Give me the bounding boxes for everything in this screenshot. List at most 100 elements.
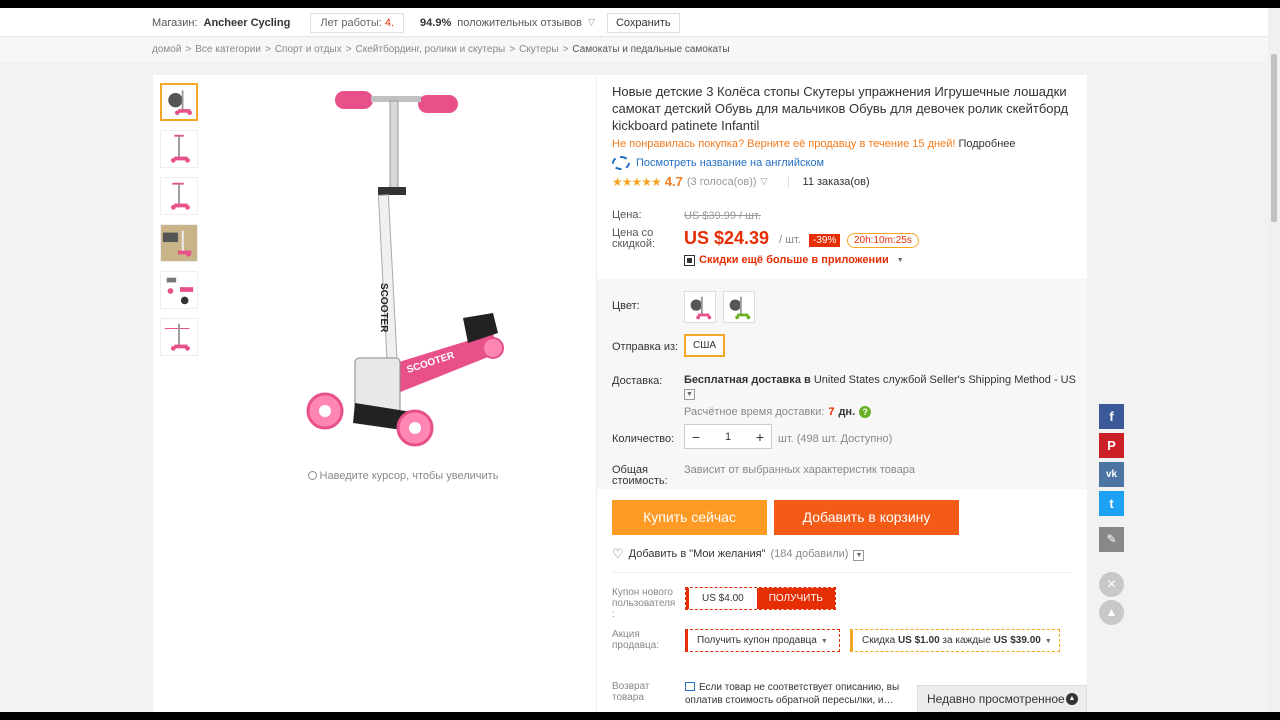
breadcrumb-separator: > <box>509 44 516 55</box>
years-dot: . <box>390 16 395 29</box>
rating-row: ★★★★★ 4.7 (3 голоса(ов)) ▽ 11 заказа(ов) <box>612 174 1082 189</box>
chevron-up-icon[interactable]: ▲ <box>1066 693 1078 705</box>
close-icon[interactable]: × <box>1099 572 1124 597</box>
chevron-down-icon[interactable]: ▽ <box>588 17 595 28</box>
return-text: Не понравилась покупка? Верните её прода… <box>612 138 956 150</box>
quantity-increase-button[interactable]: + <box>749 429 771 445</box>
orders-count: 11 заказа(ов) <box>802 175 870 188</box>
breadcrumb-item[interactable]: Скутеры <box>519 44 559 55</box>
calendar-icon <box>685 682 695 691</box>
color-option-pink[interactable] <box>684 291 716 323</box>
save-store-button[interactable]: Сохранить <box>606 12 680 33</box>
chevron-down-icon[interactable]: ▼ <box>853 549 865 561</box>
discount-badge: -39% <box>809 234 841 247</box>
store-header: Магазин: Ancheer Cycling Лет работы: 4. … <box>0 8 1268 37</box>
quantity-input[interactable]: 1 <box>707 431 749 443</box>
thumbnail-6[interactable] <box>160 318 198 356</box>
translate-icon <box>612 156 630 170</box>
est-unit: дн. <box>838 406 856 418</box>
per-unit: / шт. <box>779 234 801 246</box>
caret-down-icon[interactable]: ▼ <box>821 638 828 645</box>
share-bar: f P vk t <box>1099 404 1124 520</box>
rating-score: 4.7 <box>664 174 683 189</box>
twitter-icon[interactable]: t <box>1099 491 1124 516</box>
chevron-down-icon[interactable]: ▽ <box>761 176 768 187</box>
positive-percent: 94.9% <box>420 16 452 29</box>
breadcrumb-bar: домой > Все категории > Спорт и отдых > Скейтб… <box>0 38 1268 62</box>
breadcrumb-separator: > <box>345 44 352 55</box>
breadcrumb-item[interactable]: Скейтбординг, ролики и скутеры <box>356 44 506 55</box>
breadcrumb-item[interactable]: Все категории <box>195 44 261 55</box>
star-rating-icon: ★★★★★ <box>612 174 662 189</box>
color-option-green[interactable] <box>723 291 755 323</box>
quantity-stepper: − 1 + <box>684 424 772 449</box>
return-policy-text: Если товар не соответствует описанию, вы… <box>685 682 900 706</box>
stock-available: шт. (498 шт. Доступно) <box>778 433 893 445</box>
wishlist-count: (184 добавили) <box>770 548 849 560</box>
product-main-image[interactable]: SCOOTER SCOOTER <box>293 83 513 453</box>
scroll-top-icon[interactable]: ▲ <box>1099 600 1124 625</box>
positive-feedback-link[interactable]: положительных отзывов <box>457 17 582 29</box>
translate-text[interactable]: Посмотреть название на английском <box>636 157 824 169</box>
delivery-free: Бесплатная доставка в <box>684 374 811 386</box>
buy-now-button[interactable]: Купить сейчас <box>612 500 767 535</box>
seller-coupon-text[interactable]: Получить купон продавца <box>697 635 817 646</box>
countdown-timer: 20h:10m:25s <box>847 233 919 248</box>
sale-price: US $24.39 <box>684 228 770 248</box>
est-label: Расчётное время доставки: <box>684 406 825 418</box>
page-scrollbar[interactable] <box>1268 8 1280 720</box>
chevron-down-icon[interactable]: ▼ <box>684 389 695 400</box>
seller-discount-amount: US $1.00 <box>897 635 940 646</box>
coupon-value: US $4.00 <box>686 588 757 609</box>
product-info: Новые детские 3 Колёса стопы Скутеры упр… <box>612 75 1082 189</box>
options-box: Цвет: Отправка из: США Доставка: Бесплат… <box>597 279 1087 489</box>
seller-discount-pre: Скидка <box>862 635 898 646</box>
facebook-icon[interactable]: f <box>1099 404 1124 429</box>
new-user-coupon: US $4.00 ПОЛУЧИТЬ <box>685 587 836 610</box>
pinterest-icon[interactable]: P <box>1099 433 1124 458</box>
qr-code-icon <box>684 254 695 266</box>
seller-coupon-dropdown[interactable]: Получить купон продавца ▼ <box>685 629 840 652</box>
caret-down-icon[interactable]: ▼ <box>897 257 904 264</box>
years-label: Лет работы: <box>320 16 382 29</box>
app-discount-link[interactable]: Скидки ещё больше в приложении ▼ <box>684 254 904 266</box>
price-box: Цена: US $39.99 / шт. Цена со скидкой: U… <box>597 195 1087 279</box>
wishlist-text[interactable]: Добавить в "Мои желания" <box>629 548 766 560</box>
vk-icon[interactable]: vk <box>1099 462 1124 487</box>
edit-icon[interactable]: ✎ <box>1099 527 1124 552</box>
breadcrumb: домой > Все категории > Спорт и отдых > Скейтб… <box>152 44 730 55</box>
seller-discount-threshold: US $39.00 <box>993 635 1041 646</box>
seller-discount-dropdown[interactable]: Скидка US $1.00 за каждые US $39.00 ▼ <box>850 629 1060 652</box>
caret-down-icon[interactable]: ▼ <box>1045 638 1052 645</box>
ship-from-usa[interactable]: США <box>684 334 726 357</box>
breadcrumb-separator: > <box>264 44 271 55</box>
gallery: SCOOTER SCOOTER Наведите курсор, чтобы у… <box>153 75 597 720</box>
votes-link[interactable]: (3 голоса(ов)) <box>687 176 757 188</box>
thumbnail-3[interactable] <box>160 177 198 215</box>
store-name-link[interactable]: Ancheer Cycling <box>204 17 291 29</box>
help-icon[interactable]: ? <box>859 406 872 418</box>
get-coupon-button[interactable]: ПОЛУЧИТЬ <box>756 588 835 609</box>
thumbnail-2[interactable] <box>160 130 198 168</box>
wishlist-link[interactable]: ♡ Добавить в "Мои желания" (184 добавили) ▼ <box>612 546 865 562</box>
return-more-link[interactable]: Подробнее <box>958 138 1015 150</box>
quantity-decrease-button[interactable]: − <box>685 429 707 445</box>
thumbnail-1[interactable] <box>160 83 198 121</box>
translate-link[interactable]: Посмотреть название на английском <box>612 156 1082 170</box>
thumbnail-5[interactable] <box>160 271 198 309</box>
thumbnail-4[interactable] <box>160 224 198 262</box>
breadcrumb-item[interactable]: Спорт и отдых <box>275 44 342 55</box>
color-label: Цвет: <box>612 300 640 312</box>
recently-viewed-bar[interactable]: Недавно просмотренное ▲ <box>917 685 1087 713</box>
svg-text:SCOOTER: SCOOTER <box>378 283 389 333</box>
app-discount-text[interactable]: Скидки ещё больше в приложении <box>699 254 889 266</box>
add-to-cart-button[interactable]: Добавить в корзину <box>774 500 959 535</box>
breadcrumb-item[interactable]: домой <box>152 44 181 55</box>
recently-viewed-text[interactable]: Недавно просмотренное <box>927 692 1065 706</box>
scrollbar-thumb[interactable] <box>1270 53 1278 223</box>
return-policy: Если товар не соответствует описанию, вы… <box>685 681 925 707</box>
new-user-coupon-label-3: : <box>612 609 615 620</box>
new-user-coupon-label-1: Купон нового <box>612 587 673 598</box>
store-label: Магазин: <box>152 16 198 29</box>
breadcrumb-item[interactable]: Самокаты и педальные самокаты <box>572 44 729 55</box>
